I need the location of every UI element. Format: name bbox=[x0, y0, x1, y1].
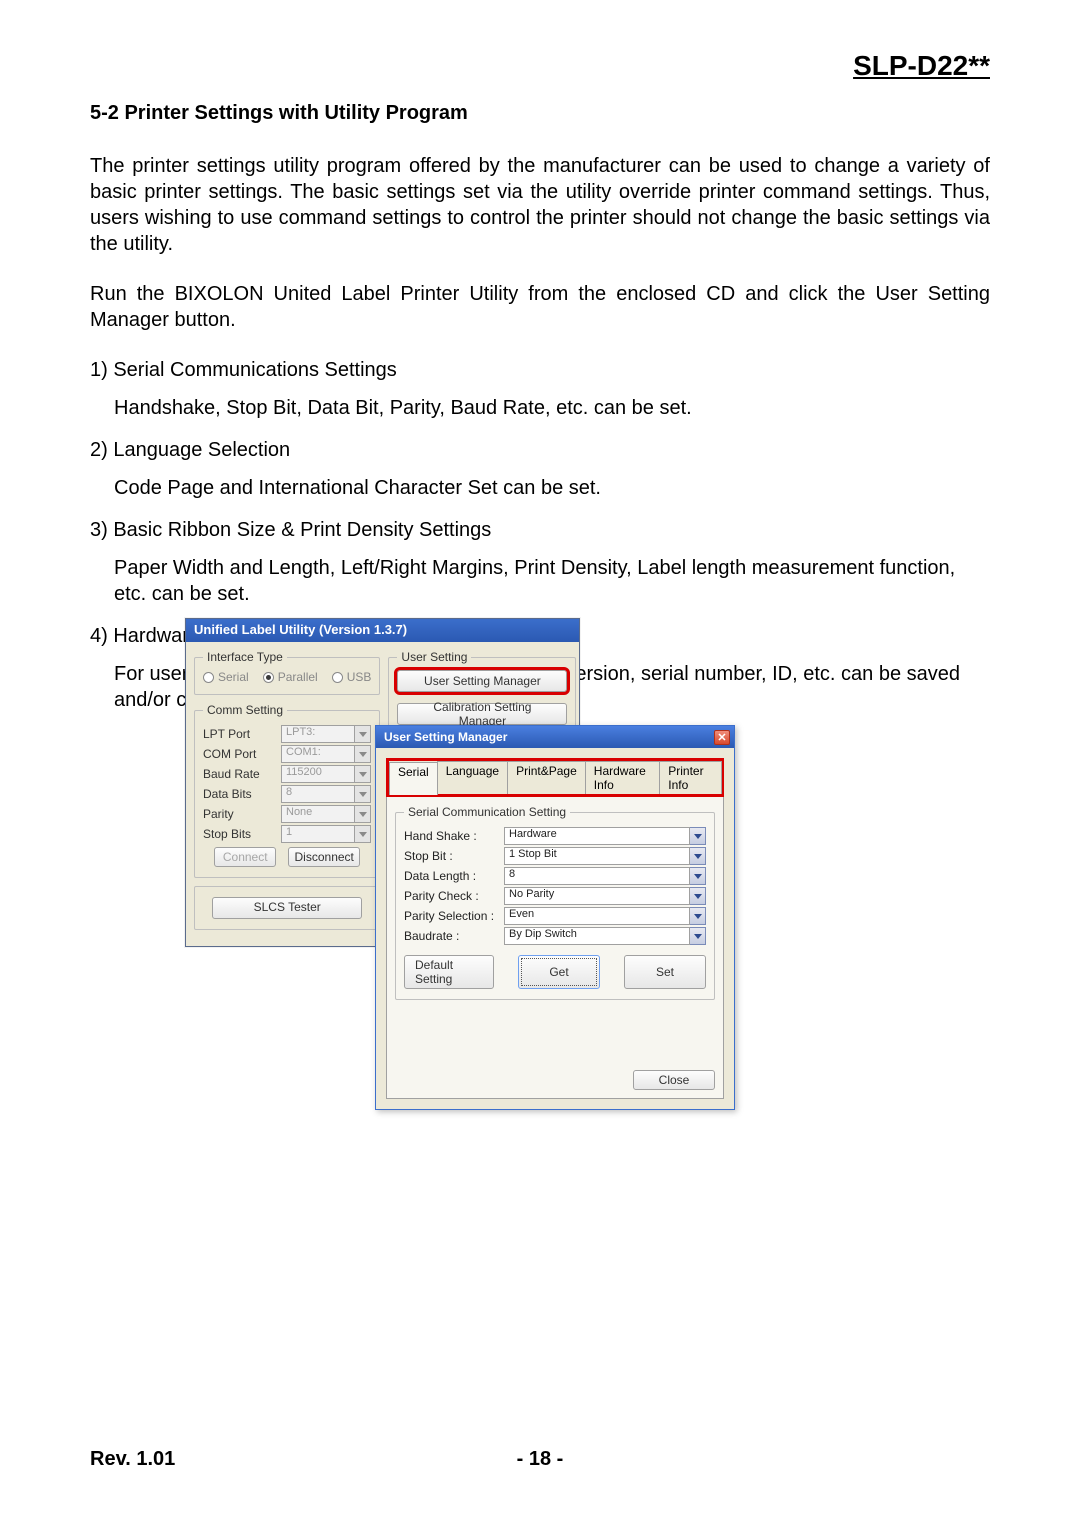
user-setting-legend: User Setting bbox=[397, 650, 471, 664]
select-value: By Dip Switch bbox=[504, 927, 690, 945]
utility-window-titlebar: Unified Label Utility (Version 1.3.7) bbox=[186, 619, 579, 642]
get-button[interactable]: Get bbox=[518, 955, 600, 989]
lpt-port-label: LPT Port bbox=[203, 727, 281, 741]
dropdown-icon bbox=[690, 907, 706, 925]
parity-check-select[interactable]: No Parity bbox=[504, 887, 706, 905]
select-value: 115200 bbox=[281, 765, 355, 783]
dropdown-icon bbox=[690, 887, 706, 905]
data-bits-label: Data Bits bbox=[203, 787, 281, 801]
item-3-title: 3) Basic Ribbon Size & Print Density Set… bbox=[90, 517, 990, 543]
dropdown-icon bbox=[690, 827, 706, 845]
intro-paragraph-1: The printer settings utility program off… bbox=[90, 153, 990, 257]
slcs-tester-group: SLCS Tester bbox=[194, 886, 380, 930]
user-setting-manager-button[interactable]: User Setting Manager bbox=[397, 670, 567, 692]
item-1-title: 1) Serial Communications Settings bbox=[90, 357, 990, 383]
intro-paragraph-2: Run the BIXOLON United Label Printer Uti… bbox=[90, 281, 990, 333]
comm-setting-group: Comm Setting LPT Port LPT3: COM Port COM… bbox=[194, 703, 380, 878]
close-icon[interactable]: ✕ bbox=[714, 730, 730, 745]
baud-rate-select[interactable]: 115200 bbox=[281, 765, 371, 783]
select-value: 1 bbox=[281, 825, 355, 843]
dialog-close-button[interactable]: Close bbox=[633, 1070, 715, 1090]
dropdown-icon bbox=[355, 825, 371, 843]
serial-comm-setting-group: Serial Communication Setting Hand Shake … bbox=[395, 805, 715, 1000]
footer-page-number: - 18 - bbox=[0, 1448, 1080, 1471]
dropdown-icon bbox=[355, 805, 371, 823]
default-setting-button[interactable]: Default Setting bbox=[404, 955, 494, 989]
interface-type-legend: Interface Type bbox=[203, 650, 287, 664]
slcs-tester-button[interactable]: SLCS Tester bbox=[212, 897, 362, 919]
parity-selection-select[interactable]: Even bbox=[504, 907, 706, 925]
tab-serial[interactable]: Serial bbox=[389, 762, 438, 795]
dropdown-icon bbox=[355, 785, 371, 803]
dropdown-icon bbox=[355, 745, 371, 763]
comm-setting-legend: Comm Setting bbox=[203, 703, 287, 717]
radio-parallel[interactable]: Parallel bbox=[263, 670, 318, 684]
radio-label: Serial bbox=[218, 670, 249, 684]
handshake-label: Hand Shake : bbox=[404, 829, 504, 843]
stop-bits-label: Stop Bits bbox=[203, 827, 281, 841]
com-port-select[interactable]: COM1: bbox=[281, 745, 371, 763]
radio-serial[interactable]: Serial bbox=[203, 670, 249, 684]
calibration-setting-manager-button[interactable]: Calibration Setting Manager bbox=[397, 703, 567, 725]
parity-label: Parity bbox=[203, 807, 281, 821]
radio-icon bbox=[203, 672, 214, 683]
dialog-titlebar: User Setting Manager ✕ bbox=[376, 726, 734, 748]
connect-button[interactable]: Connect bbox=[214, 847, 276, 867]
dropdown-icon bbox=[355, 725, 371, 743]
radio-label: Parallel bbox=[278, 670, 318, 684]
parity-check-label: Parity Check : bbox=[404, 889, 504, 903]
stop-bits-select[interactable]: 1 bbox=[281, 825, 371, 843]
parity-selection-label: Parity Selection : bbox=[404, 909, 504, 923]
dropdown-icon bbox=[690, 867, 706, 885]
stop-bit-label: Stop Bit : bbox=[404, 849, 504, 863]
item-1-body: Handshake, Stop Bit, Data Bit, Parity, B… bbox=[114, 395, 990, 421]
select-value: LPT3: bbox=[281, 725, 355, 743]
user-setting-manager-dialog: User Setting Manager ✕ Serial Language P… bbox=[375, 725, 735, 1110]
select-value: Hardware bbox=[504, 827, 690, 845]
tab-printer-info[interactable]: Printer Info bbox=[659, 761, 722, 794]
dialog-tabs: Serial Language Print&Page Hardware Info… bbox=[386, 758, 724, 797]
tab-content: Serial Communication Setting Hand Shake … bbox=[386, 796, 724, 1099]
select-value: None bbox=[281, 805, 355, 823]
handshake-select[interactable]: Hardware bbox=[504, 827, 706, 845]
item-2-body: Code Page and International Character Se… bbox=[114, 475, 990, 501]
baudrate-select[interactable]: By Dip Switch bbox=[504, 927, 706, 945]
interface-type-group: Interface Type Serial Parallel USB bbox=[194, 650, 380, 695]
section-heading: 5-2 Printer Settings with Utility Progra… bbox=[90, 102, 990, 125]
radio-icon bbox=[332, 672, 343, 683]
lpt-port-select[interactable]: LPT3: bbox=[281, 725, 371, 743]
select-value: Even bbox=[504, 907, 690, 925]
item-2-title: 2) Language Selection bbox=[90, 437, 990, 463]
data-length-select[interactable]: 8 bbox=[504, 867, 706, 885]
com-port-label: COM Port bbox=[203, 747, 281, 761]
select-value: COM1: bbox=[281, 745, 355, 763]
select-value: 8 bbox=[504, 867, 690, 885]
dialog-title-text: User Setting Manager bbox=[384, 730, 507, 744]
dropdown-icon bbox=[690, 927, 706, 945]
tab-hardware-info[interactable]: Hardware Info bbox=[585, 761, 660, 794]
doc-title: SLP-D22** bbox=[853, 50, 990, 82]
dropdown-icon bbox=[355, 765, 371, 783]
stop-bit-select[interactable]: 1 Stop Bit bbox=[504, 847, 706, 865]
tab-print-page[interactable]: Print&Page bbox=[507, 761, 586, 794]
parity-select[interactable]: None bbox=[281, 805, 371, 823]
select-value: 1 Stop Bit bbox=[504, 847, 690, 865]
radio-icon bbox=[263, 672, 274, 683]
set-button[interactable]: Set bbox=[624, 955, 706, 989]
disconnect-button[interactable]: Disconnect bbox=[288, 847, 360, 867]
data-length-label: Data Length : bbox=[404, 869, 504, 883]
user-setting-group: User Setting User Setting Manager Calibr… bbox=[388, 650, 576, 736]
item-3-body: Paper Width and Length, Left/Right Margi… bbox=[114, 555, 990, 607]
radio-usb[interactable]: USB bbox=[332, 670, 372, 684]
select-value: No Parity bbox=[504, 887, 690, 905]
select-value: 8 bbox=[281, 785, 355, 803]
tab-language[interactable]: Language bbox=[437, 761, 508, 794]
dropdown-icon bbox=[690, 847, 706, 865]
data-bits-select[interactable]: 8 bbox=[281, 785, 371, 803]
radio-label: USB bbox=[347, 670, 372, 684]
baudrate-label: Baudrate : bbox=[404, 929, 504, 943]
baud-rate-label: Baud Rate bbox=[203, 767, 281, 781]
serial-comm-setting-legend: Serial Communication Setting bbox=[404, 805, 570, 819]
app-screenshot-area: Unified Label Utility (Version 1.3.7) In… bbox=[185, 618, 745, 947]
